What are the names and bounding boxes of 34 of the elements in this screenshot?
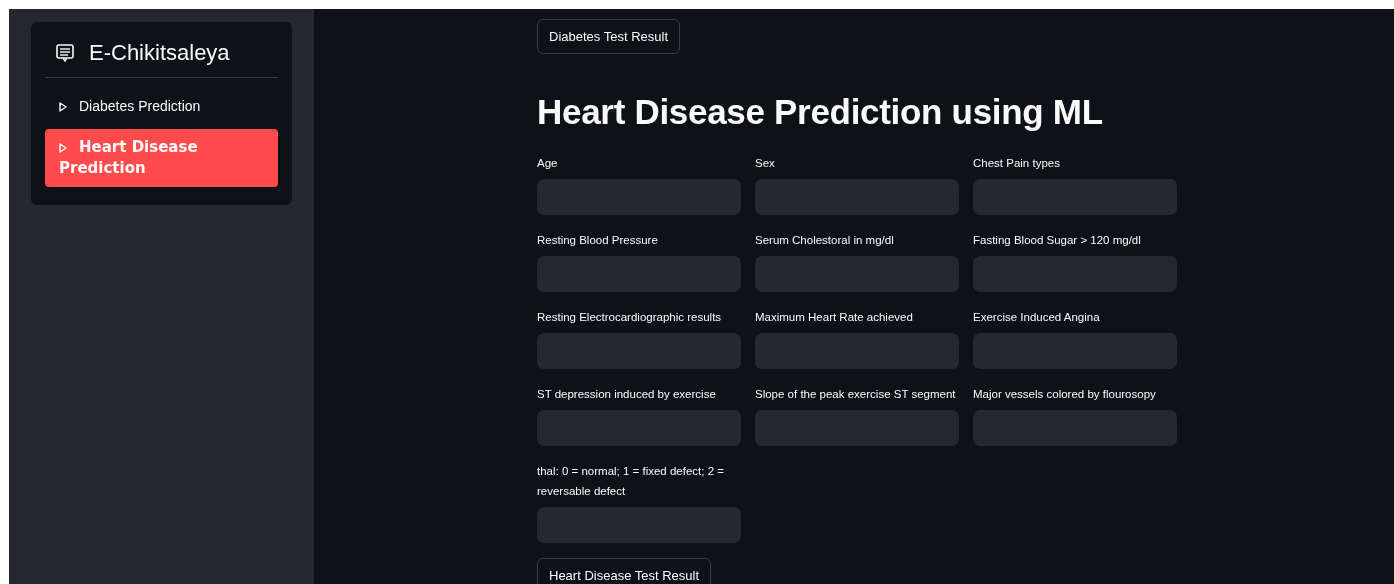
field-label: Serum Cholestoral in mg/dl	[755, 233, 895, 248]
diabetes-result-button[interactable]: Diabetes Test Result	[537, 19, 680, 54]
field-label: thal: 0 = normal; 1 = fixed defect; 2 = reversable defect	[537, 464, 725, 499]
field-label: Age	[537, 156, 559, 171]
input-field[interactable]	[537, 507, 741, 543]
sidebar-item[interactable]: Diabetes Prediction	[45, 88, 278, 125]
app-title: E-Chikitsaleya	[89, 40, 230, 66]
input-field[interactable]	[755, 333, 959, 369]
field-label: Fasting Blood Sugar > 120 mg/dl	[973, 233, 1142, 248]
field-label: ST depression induced by exercise	[537, 387, 717, 402]
input-field[interactable]	[755, 179, 959, 215]
input-field[interactable]	[755, 256, 959, 292]
list-icon	[55, 43, 75, 63]
field-label: Exercise Induced Angina	[973, 310, 1101, 325]
input-field[interactable]	[755, 410, 959, 446]
heart-result-button[interactable]: Heart Disease Test Result	[537, 558, 712, 584]
caret-icon	[59, 143, 67, 153]
field-label: Sex	[755, 156, 776, 171]
caret-icon	[59, 102, 67, 112]
field-label: Maximum Heart Rate achieved	[755, 310, 914, 325]
input-field[interactable]	[537, 179, 741, 215]
field-label: Resting Blood Pressure	[537, 233, 659, 248]
input-field[interactable]	[973, 179, 1177, 215]
field-label: Slope of the peak exercise ST segment	[755, 387, 957, 402]
input-field[interactable]	[537, 333, 741, 369]
input-field[interactable]	[973, 333, 1177, 369]
input-field[interactable]	[973, 410, 1177, 446]
input-field[interactable]	[537, 410, 741, 446]
page-heading: Heart Disease Prediction using ML	[537, 92, 1104, 132]
input-field[interactable]	[537, 256, 741, 292]
field-label: Resting Electrocardiographic results	[537, 310, 723, 325]
field-label: Chest Pain types	[973, 156, 1061, 171]
field-label: Major vessels colored by flourosopy	[973, 387, 1157, 402]
input-field[interactable]	[973, 256, 1177, 292]
